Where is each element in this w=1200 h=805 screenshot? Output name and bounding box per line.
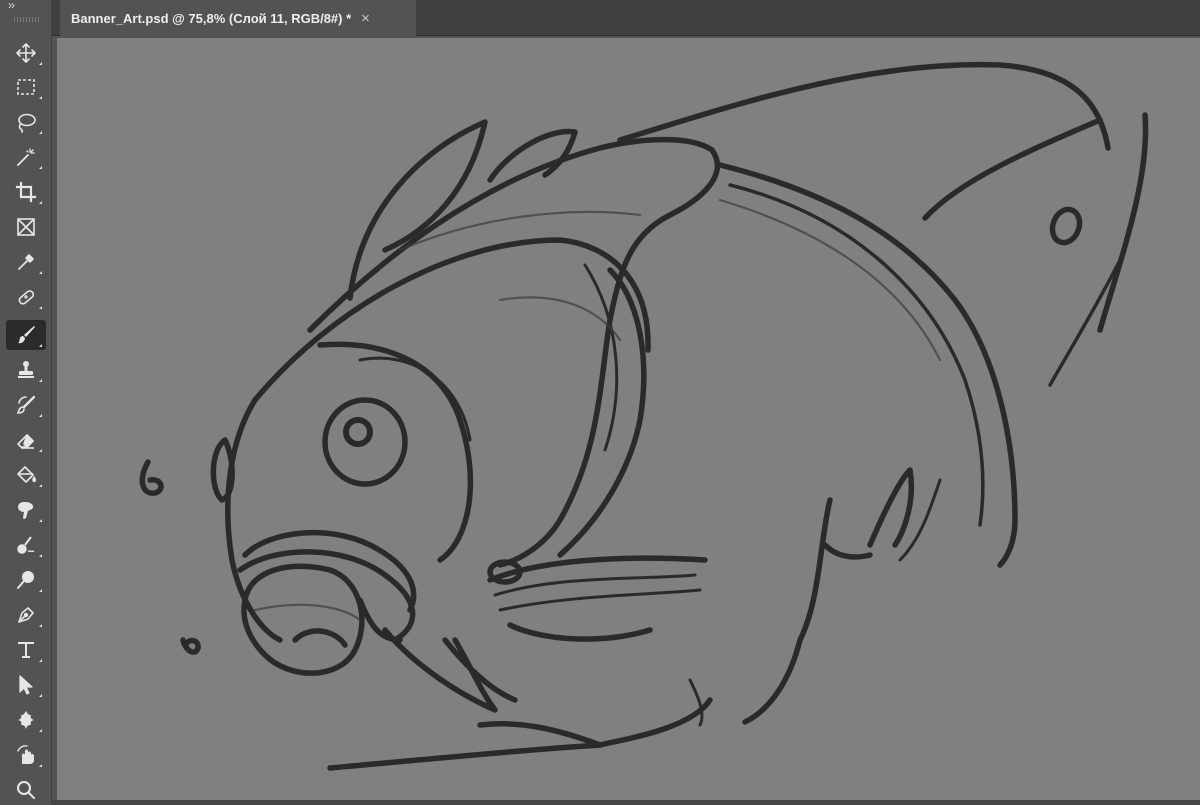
pen-icon (18, 607, 34, 623)
type-tool[interactable] (6, 635, 46, 665)
paint-bucket-tool[interactable] (6, 460, 46, 490)
dodge-tool[interactable] (6, 530, 46, 560)
move-tool[interactable] (6, 38, 46, 68)
healing-brush-tool[interactable] (6, 282, 46, 312)
paint-bucket-icon (17, 466, 37, 483)
lasso-icon (18, 113, 36, 133)
dodge-icon (17, 536, 35, 554)
history-brush-icon (16, 395, 36, 414)
path-selection-tool[interactable] (6, 670, 46, 700)
document-canvas[interactable] (57, 38, 1200, 800)
path-selection-icon (19, 675, 33, 695)
canvas-bottom-edge (52, 800, 1200, 805)
rotate-view-tool[interactable] (6, 740, 46, 770)
rotate-view-icon (17, 745, 34, 764)
crop-icon (15, 181, 37, 203)
frame-tool[interactable] (6, 212, 46, 242)
custom-shape-icon (18, 711, 34, 729)
brush-icon (18, 326, 35, 344)
marquee-tool[interactable] (6, 72, 46, 102)
clone-stamp-icon (18, 361, 34, 378)
magic-wand-icon (17, 148, 35, 166)
type-icon (18, 642, 34, 658)
eyedropper-icon (18, 254, 34, 270)
burn-icon (17, 571, 34, 589)
smudge-icon (18, 502, 34, 519)
collapse-panel-button[interactable]: ›› (8, 0, 15, 12)
clone-stamp-tool[interactable] (6, 355, 46, 385)
burn-tool[interactable] (6, 565, 46, 595)
custom-shape-tool[interactable] (6, 705, 46, 735)
magic-wand-tool[interactable] (6, 142, 46, 172)
smudge-tool[interactable] (6, 495, 46, 525)
brush-tool[interactable] (6, 320, 46, 350)
move-icon (16, 43, 36, 63)
frame-icon (17, 218, 35, 236)
lasso-tool[interactable] (6, 107, 46, 137)
close-tab-icon[interactable]: × (361, 10, 370, 27)
crop-tool[interactable] (6, 177, 46, 207)
eraser-icon (17, 434, 34, 449)
fish-sketch-artwork (139, 61, 1149, 771)
document-tab-title: Banner_Art.psd @ 75,8% (Слой 11, RGB/8#)… (71, 10, 352, 26)
eraser-tool[interactable] (6, 425, 46, 455)
spot-healing-brush-icon (18, 290, 35, 305)
zoom-tool[interactable] (6, 775, 46, 805)
panel-grip-handle[interactable] (14, 17, 40, 22)
rectangular-marquee-icon (17, 79, 35, 95)
eyedropper-tool[interactable] (6, 247, 46, 277)
photoshop-window: ›› Banner_Art.psd @ 75,8% (Слой 11, RGB/… (0, 0, 1200, 805)
tools-panel: ›› (0, 0, 52, 805)
document-tab[interactable]: Banner_Art.psd @ 75,8% (Слой 11, RGB/8#)… (60, 0, 416, 36)
history-brush-tool[interactable] (6, 390, 46, 420)
document-tab-bar: Banner_Art.psd @ 75,8% (Слой 11, RGB/8#)… (52, 0, 1200, 36)
zoom-icon (17, 781, 35, 799)
pen-tool[interactable] (6, 600, 46, 630)
